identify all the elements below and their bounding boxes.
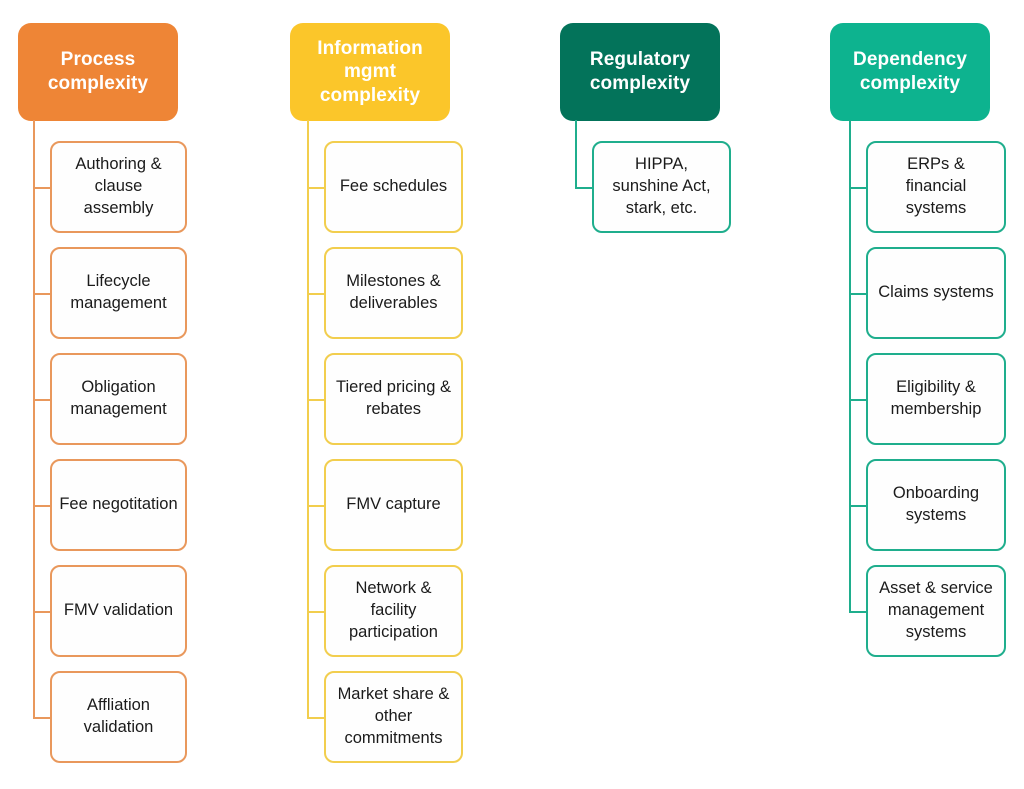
leaf-box-information-mgmt-4: Network & facility participation bbox=[324, 565, 463, 657]
leaf-box-dependency-4: Asset & service management systems bbox=[866, 565, 1006, 657]
header-box-process: Process complexity bbox=[18, 23, 178, 121]
connector-stub-regulatory-0 bbox=[575, 187, 592, 189]
connector-stub-dependency-2 bbox=[849, 399, 866, 401]
connector-stub-process-0 bbox=[33, 187, 50, 189]
connector-stub-process-4 bbox=[33, 611, 50, 613]
connector-stub-information-mgmt-3 bbox=[307, 505, 324, 507]
connector-spine-regulatory bbox=[575, 120, 577, 187]
connector-stub-information-mgmt-1 bbox=[307, 293, 324, 295]
connector-stub-dependency-0 bbox=[849, 187, 866, 189]
connector-stub-dependency-3 bbox=[849, 505, 866, 507]
leaf-box-process-3: Fee negotitation bbox=[50, 459, 187, 551]
connector-stub-dependency-4 bbox=[849, 611, 866, 613]
leaf-box-process-2: Obligation management bbox=[50, 353, 187, 445]
complexity-tree-diagram: Process complexity Authoring & clause ass… bbox=[0, 0, 1024, 789]
connector-stub-process-1 bbox=[33, 293, 50, 295]
leaf-box-information-mgmt-1: Milestones & deliverables bbox=[324, 247, 463, 339]
leaf-box-process-1: Lifecycle management bbox=[50, 247, 187, 339]
leaf-box-process-0: Authoring & clause assembly bbox=[50, 141, 187, 233]
leaf-box-process-4: FMV validation bbox=[50, 565, 187, 657]
leaf-box-dependency-1: Claims systems bbox=[866, 247, 1006, 339]
header-box-dependency: Dependency complexity bbox=[830, 23, 990, 121]
leaf-box-dependency-3: Onboarding systems bbox=[866, 459, 1006, 551]
connector-spine-dependency bbox=[849, 120, 851, 611]
connector-stub-process-5 bbox=[33, 717, 50, 719]
connector-stub-information-mgmt-5 bbox=[307, 717, 324, 719]
leaf-box-information-mgmt-2: Tiered pricing & rebates bbox=[324, 353, 463, 445]
connector-stub-information-mgmt-0 bbox=[307, 187, 324, 189]
leaf-box-information-mgmt-3: FMV capture bbox=[324, 459, 463, 551]
leaf-box-dependency-2: Eligibility & membership bbox=[866, 353, 1006, 445]
leaf-box-information-mgmt-0: Fee schedules bbox=[324, 141, 463, 233]
header-box-information-mgmt: Information mgmt complexity bbox=[290, 23, 450, 121]
connector-stub-dependency-1 bbox=[849, 293, 866, 295]
connector-spine-information-mgmt bbox=[307, 120, 309, 717]
leaf-box-process-5: Affliation validation bbox=[50, 671, 187, 763]
connector-stub-process-3 bbox=[33, 505, 50, 507]
leaf-box-dependency-0: ERPs & financial systems bbox=[866, 141, 1006, 233]
connector-stub-process-2 bbox=[33, 399, 50, 401]
leaf-box-information-mgmt-5: Market share & other commitments bbox=[324, 671, 463, 763]
connector-stub-information-mgmt-2 bbox=[307, 399, 324, 401]
leaf-box-regulatory-0: HIPPA, sunshine Act, stark, etc. bbox=[592, 141, 731, 233]
connector-spine-process bbox=[33, 120, 35, 717]
header-box-regulatory: Regulatory complexity bbox=[560, 23, 720, 121]
connector-stub-information-mgmt-4 bbox=[307, 611, 324, 613]
